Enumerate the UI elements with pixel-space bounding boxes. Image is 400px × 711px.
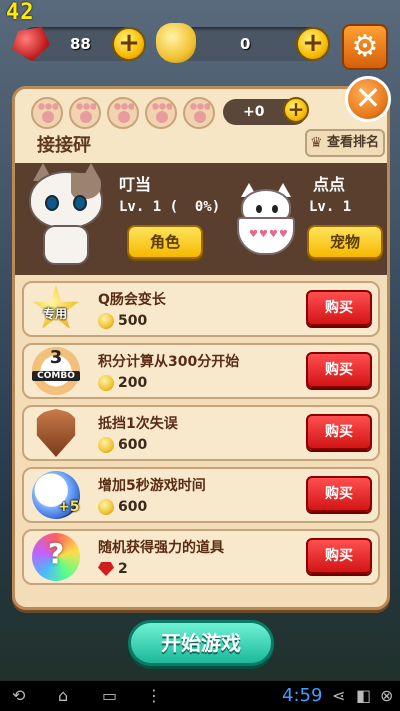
recents-icon[interactable]: ▭: [102, 687, 117, 705]
gem-icon: [98, 562, 114, 576]
item-price: 600: [98, 499, 147, 515]
coin-balance-bar: 0 +: [156, 23, 330, 63]
paw-icon: [69, 97, 101, 129]
list-item: 3 COMBO 积分计算从300分开始 200 购买: [22, 343, 380, 399]
pet-level: Lv. 1: [309, 199, 352, 215]
gem-count: 88: [70, 35, 91, 53]
panel-header: +0 + 接接砰 ♛ 查看排名: [15, 89, 387, 163]
buy-button[interactable]: 购买: [306, 476, 372, 512]
paw-lives: [31, 97, 215, 129]
item-price: 2: [98, 561, 128, 577]
close-app-icon[interactable]: ⊗: [380, 687, 393, 705]
gem-icon: [12, 27, 50, 61]
character-area: 叮当 Lv. 1 ( 0%) 角色 ♥♥♥♥ 点点 Lv. 1 宠物: [15, 163, 387, 275]
coin-icon: [98, 499, 114, 515]
item-name: 积分计算从300分开始: [98, 354, 240, 370]
list-item: 专用 Q肠会变长 500 购买: [22, 281, 380, 337]
buy-button[interactable]: 购买: [306, 414, 372, 450]
share-icon[interactable]: ⋖: [332, 687, 345, 705]
item-price: 500: [98, 313, 147, 329]
buy-button[interactable]: 购买: [306, 290, 372, 326]
coin-icon: [98, 437, 114, 453]
list-item: ? 随机获得强力的道具 2 购买: [22, 529, 380, 585]
item-price: 200: [98, 375, 147, 391]
fps-counter: 42: [6, 0, 35, 25]
rank-label: 查看排名: [327, 135, 380, 150]
clock: 4:59: [282, 685, 323, 706]
player-name: 叮当: [119, 175, 152, 194]
add-paw-button[interactable]: +: [283, 97, 309, 123]
start-game-button[interactable]: 开始游戏: [128, 620, 274, 666]
heart-icon: ♥♥♥♥: [249, 229, 289, 240]
add-gems-button[interactable]: +: [112, 27, 146, 61]
back-icon[interactable]: ⟲: [12, 687, 25, 705]
paw-icon: [107, 97, 139, 129]
character-button[interactable]: 角色: [127, 225, 203, 259]
combo-label: COMBO: [32, 371, 80, 381]
system-nav-bar: ⟲ ⌂ ▭ ⋮ 4:59 ⋖ ◧ ⊗: [0, 681, 400, 711]
player-level: Lv. 1 ( 0%): [119, 199, 221, 215]
coin-icon: [98, 375, 114, 391]
item-name: 增加5秒游戏时间: [98, 478, 206, 494]
time-bonus-label: +5: [58, 499, 80, 515]
close-button[interactable]: ✕: [345, 76, 391, 122]
pet-button[interactable]: 宠物: [307, 225, 383, 259]
score-pill: +0 +: [223, 97, 309, 125]
combo-number: 3: [49, 347, 63, 368]
view-ranking-button[interactable]: ♛ 查看排名: [305, 129, 385, 157]
score-value: +0: [243, 104, 265, 120]
gear-icon: ⚙: [351, 29, 379, 64]
coin-count: 0: [240, 35, 251, 53]
item-icon-label: 专用: [42, 307, 67, 321]
shield-icon: [36, 409, 76, 457]
item-name: Q肠会变长: [98, 292, 166, 308]
coin-icon: [98, 313, 114, 329]
home-icon[interactable]: ⌂: [58, 687, 68, 705]
list-item: +5 增加5秒游戏时间 600 购买: [22, 467, 380, 523]
buy-button[interactable]: 购买: [306, 538, 372, 574]
item-name: 随机获得强力的道具: [98, 540, 224, 556]
menu-icon[interactable]: ⋮: [146, 687, 162, 705]
game-title: 接接砰: [37, 135, 91, 156]
item-name: 抵挡1次失误: [98, 416, 178, 432]
add-coins-button[interactable]: +: [296, 27, 330, 61]
close-icon: ✕: [354, 79, 382, 117]
buy-button[interactable]: 购买: [306, 352, 372, 388]
paw-icon: [31, 97, 63, 129]
mystery-mark: ?: [47, 537, 65, 570]
game-lobby-panel: +0 + 接接砰 ♛ 查看排名 叮当 Lv. 1 ( 0%) 角色 ♥♥♥♥ 点…: [12, 86, 390, 610]
shop-item-list: 专用 Q肠会变长 500 购买 3 COMBO 积分计算从300分开始 200 …: [22, 281, 380, 591]
crown-icon: ♛: [310, 135, 323, 151]
pet-name: 点点: [313, 175, 346, 194]
item-price: 600: [98, 437, 147, 453]
settings-button[interactable]: ⚙: [342, 24, 388, 70]
screenshot-icon[interactable]: ◧: [356, 687, 371, 705]
cat-coin-icon: [156, 23, 196, 63]
gem-balance-bar: 88 +: [12, 27, 146, 61]
player-cat-avatar: [29, 163, 107, 267]
paw-icon: [183, 97, 215, 129]
list-item: 抵挡1次失误 600 购买: [22, 405, 380, 461]
pet-avatar: ♥♥♥♥: [233, 183, 299, 263]
paw-icon: [145, 97, 177, 129]
